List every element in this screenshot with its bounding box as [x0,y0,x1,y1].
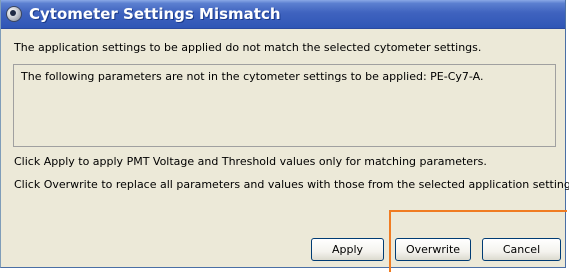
overwrite-instruction: Click Overwrite to replace all parameter… [14,178,569,191]
details-text-area[interactable]: The following parameters are not in the … [13,64,556,147]
cytometer-app-icon [6,6,22,22]
apply-button[interactable]: Apply [311,238,384,261]
dialog-window: Cytometer Settings Mismatch The applicat… [0,0,569,268]
mismatch-message: The application settings to be applied d… [14,41,482,54]
overwrite-button[interactable]: Overwrite [395,238,471,261]
title-bar[interactable]: Cytometer Settings Mismatch [1,0,565,29]
details-message: The following parameters are not in the … [21,70,484,83]
apply-instruction: Click Apply to apply PMT Voltage and Thr… [14,155,487,168]
cancel-button[interactable]: Cancel [482,238,561,261]
dialog-title: Cytometer Settings Mismatch [29,5,281,23]
